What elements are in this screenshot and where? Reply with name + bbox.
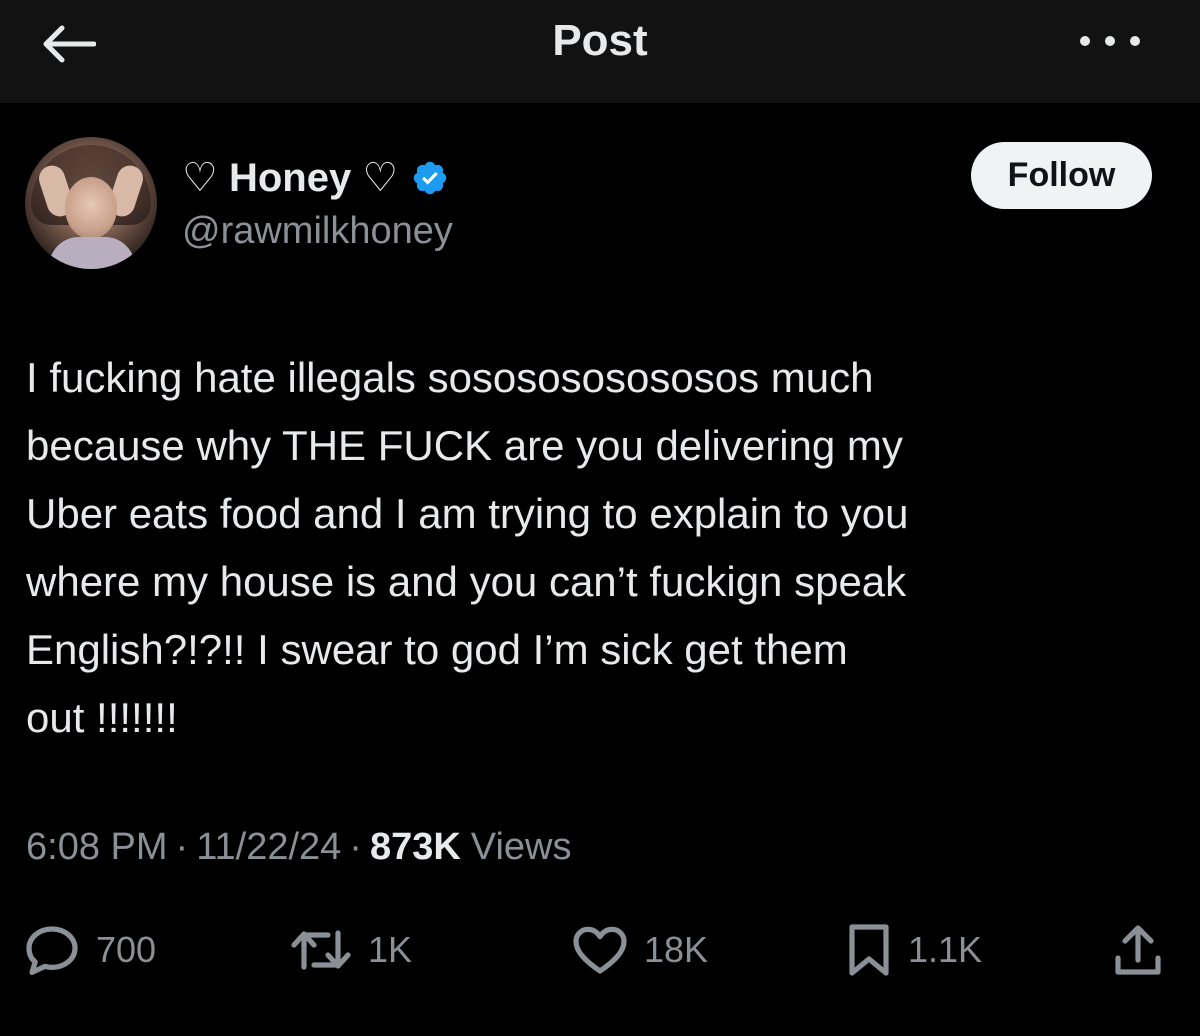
post-text-line: I fucking hate illegals sososososososos …	[26, 354, 874, 401]
avatar-face	[65, 177, 117, 239]
repost-icon	[291, 930, 351, 970]
meta-separator: ·	[175, 826, 189, 868]
more-options-button[interactable]	[1080, 26, 1140, 56]
author-name-row[interactable]: ♡ Honey ♡	[182, 152, 450, 204]
repost-button[interactable]: 1K	[290, 915, 412, 985]
like-count: 18K	[644, 929, 709, 970]
display-name: ♡ Honey ♡	[182, 156, 399, 200]
top-bar: Post	[0, 0, 1200, 103]
page-title: Post	[552, 16, 648, 65]
reply-icon	[26, 926, 78, 975]
bookmark-icon	[849, 924, 889, 976]
share-icon	[1115, 925, 1161, 975]
follow-button[interactable]: Follow	[971, 142, 1152, 209]
post-text-line: where my house is and you can’t fuckign …	[26, 558, 907, 605]
meta-separator: ·	[349, 826, 362, 868]
more-dot	[1105, 36, 1115, 46]
more-dot	[1130, 36, 1140, 46]
post-text-line: Uber eats food and I am trying to explai…	[26, 490, 909, 537]
author-handle[interactable]: @rawmilkhoney	[182, 210, 453, 253]
post-meta: 6:08 PM · 11/22/24 · 873K Views	[26, 826, 571, 869]
like-button[interactable]: 18K	[572, 915, 708, 985]
post-text: I fucking hate illegals sososososososos …	[26, 344, 1156, 752]
bookmark-count: 1.1K	[908, 929, 983, 970]
avatar-shirt	[49, 237, 135, 269]
avatar[interactable]	[25, 137, 157, 269]
reply-button[interactable]: 700	[24, 915, 156, 985]
heart-icon	[573, 926, 627, 974]
post-text-line: English?!?!! I swear to god I’m sick get…	[26, 626, 848, 673]
post-text-line: because why THE FUCK are you delivering …	[26, 422, 903, 469]
share-button[interactable]	[1110, 915, 1166, 985]
more-horizontal-icon	[1080, 36, 1090, 46]
verified-badge-icon	[410, 158, 450, 198]
action-bar: 700 1K 18K 1.1K	[0, 915, 1200, 985]
views-count[interactable]: 873K	[370, 826, 461, 869]
post-time[interactable]: 6:08 PM	[26, 826, 168, 869]
reply-count: 700	[96, 929, 157, 970]
post-text-line: out !!!!!!!	[26, 694, 178, 741]
bookmark-button[interactable]: 1.1K	[846, 915, 982, 985]
views-label: Views	[470, 826, 572, 868]
post-date[interactable]: 11/22/24	[196, 826, 341, 869]
repost-count: 1K	[368, 929, 413, 970]
